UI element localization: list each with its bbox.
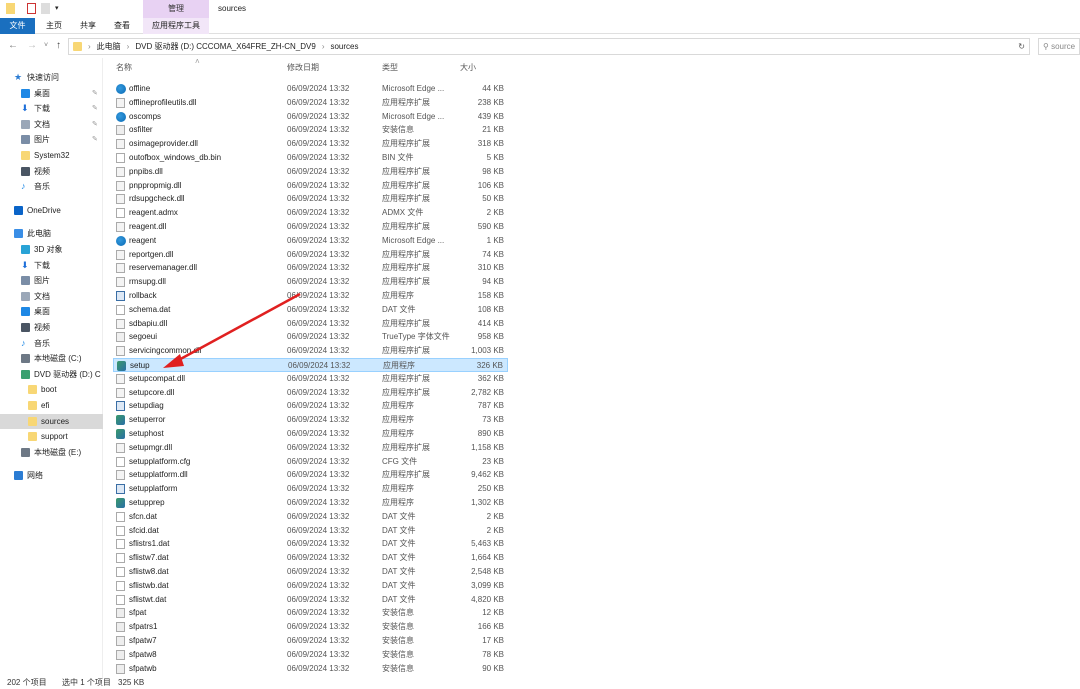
arrow-head [163, 354, 184, 368]
status-bar: 202 个项目 选中 1 个项目 325 KB [0, 677, 600, 689]
annotation-arrow [163, 292, 301, 368]
selected-count: 选中 1 个项目 [62, 678, 111, 687]
selected-size: 325 KB [118, 678, 145, 687]
item-count: 202 个项目 [7, 678, 47, 687]
arrow-shaft [174, 292, 301, 364]
